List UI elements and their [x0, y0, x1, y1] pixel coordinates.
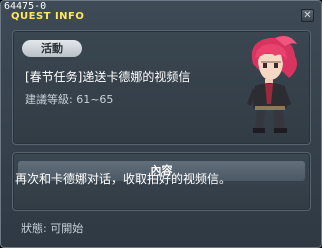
quest-name: [春节任务]递送卡德娜的视频信: [25, 70, 191, 84]
window-title: QUEST INFO: [11, 11, 85, 22]
close-button[interactable]: ✕: [301, 9, 314, 22]
npc-character-sprite: [247, 36, 297, 133]
quest-summary-panel: 活動 [春节任务]递送卡德娜的视频信 建議等級: 61~65: [12, 30, 311, 145]
quest-info-window: 64475-0 QUEST INFO ✕ 活動 [春节任务]递送卡德娜的视频信 …: [0, 0, 322, 248]
level-requirement: 建議等級: 61~65: [25, 93, 114, 106]
quest-status: 狀態: 可開始: [21, 222, 84, 235]
category-pill: 活動: [22, 40, 82, 57]
content-description: 再次和卡德娜对话，收取拍好的视频信。: [15, 172, 232, 186]
close-icon: ✕: [303, 9, 312, 21]
titlebar[interactable]: 64475-0 QUEST INFO ✕: [1, 1, 321, 25]
